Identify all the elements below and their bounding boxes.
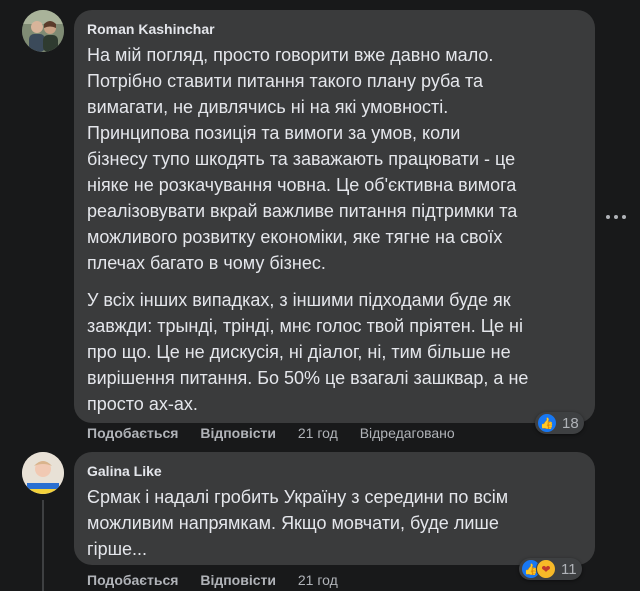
- comment-bubble: Galina Like Єрмак і надалі гробить Украї…: [74, 452, 595, 565]
- comment-text: На мій погляд, просто говорити вже давно…: [87, 42, 583, 417]
- comment-actions: Подобається Відповісти 21 год: [87, 572, 356, 588]
- reaction-count: 11: [561, 560, 577, 578]
- profile-photo-icon: [22, 10, 64, 52]
- edited-label[interactable]: Відредаговано: [360, 425, 455, 441]
- like-icon: 👍: [537, 413, 557, 433]
- reply-button[interactable]: Відповісти: [200, 425, 276, 441]
- reaction-count: 18: [562, 414, 579, 432]
- comment-text: Єрмак і надалі гробить Україну з середин…: [87, 484, 583, 562]
- avatar[interactable]: [22, 10, 64, 52]
- more-options-icon[interactable]: [606, 211, 626, 223]
- comment-bubble: Roman Kashinchar На мій погляд, просто г…: [74, 10, 595, 423]
- like-button[interactable]: Подобається: [87, 425, 178, 441]
- comment-author[interactable]: Roman Kashinchar: [87, 21, 215, 37]
- profile-photo-icon: [22, 452, 64, 494]
- comment-actions: Подобається Відповісти 21 год Відредагов…: [87, 425, 473, 441]
- reactions-summary[interactable]: 👍 18: [535, 412, 584, 434]
- comment-paragraph: Єрмак і надалі гробить Україну з середин…: [87, 487, 509, 559]
- comment-author[interactable]: Galina Like: [87, 463, 162, 479]
- like-button[interactable]: Подобається: [87, 572, 178, 588]
- comment-paragraph: На мій погляд, просто говорити вже давно…: [87, 45, 518, 273]
- timestamp[interactable]: 21 год: [298, 425, 338, 441]
- comment-paragraph: У всіх інших випадках, з іншими підходам…: [87, 290, 529, 414]
- timestamp[interactable]: 21 год: [298, 572, 338, 588]
- reply-button[interactable]: Відповісти: [200, 572, 276, 588]
- care-icon: ❤: [536, 559, 556, 579]
- thread-line: [42, 500, 44, 591]
- avatar[interactable]: [22, 452, 64, 494]
- reactions-summary[interactable]: 👍 ❤ 11: [519, 558, 582, 580]
